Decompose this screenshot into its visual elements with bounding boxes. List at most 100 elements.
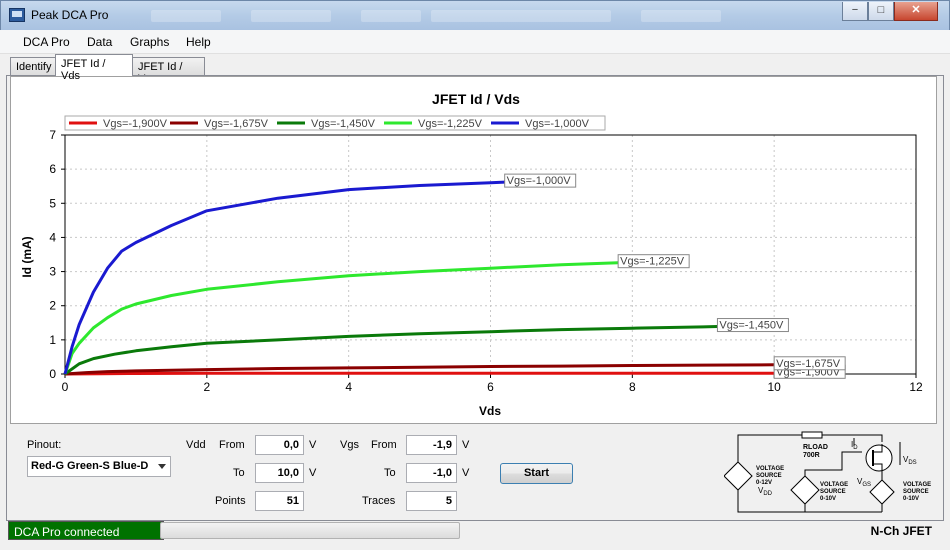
points-label: Points	[215, 495, 246, 507]
window-title: Peak DCA Pro	[31, 8, 109, 22]
chart: JFET Id / Vds Vgs=-1,900V Vgs=-1,675V Vgs=…	[20, 91, 923, 418]
vds-label: VDS	[903, 455, 917, 466]
connection-status: DCA Pro connected	[8, 521, 164, 540]
vdd-subscript: DD	[763, 491, 772, 497]
chevron-down-icon	[158, 464, 166, 469]
vds-subscript: DS	[908, 460, 916, 466]
vdd-label: Vdd	[186, 439, 206, 451]
x-tick-label: 4	[345, 380, 352, 394]
chart-axes: 0 2 4 6 8 10 1201234567	[49, 128, 923, 394]
rload-value: 700R	[803, 452, 820, 459]
vdd-to-field[interactable]: 10,0	[255, 463, 304, 483]
app-icon	[9, 8, 25, 22]
device-type: N-Ch JFET	[870, 524, 932, 538]
source2-line1: VOLTAGE	[820, 482, 848, 488]
y-axis-label: Id (mA)	[20, 236, 34, 277]
menu-help[interactable]: Help	[186, 35, 211, 49]
x-tick-label: 0	[62, 380, 69, 394]
vdd-from-field[interactable]: 0,0	[255, 435, 304, 455]
vgs-from-unit: V	[462, 439, 470, 451]
series-end-label: Vgs=-1,675V	[776, 358, 841, 370]
menu-dca-pro[interactable]: DCA Pro	[23, 35, 70, 49]
tab-strip: Identify JFET Id / Vds JFET Id / Vgs	[0, 54, 950, 85]
chart-series	[63, 180, 775, 376]
source1-line3: 0-12V	[756, 480, 772, 486]
series-end-label: Vgs=-1,000V	[507, 175, 572, 187]
menu-bar: DCA Pro Data Graphs Help	[0, 30, 950, 54]
pinout-value: Red-G Green-S Blue-D	[31, 460, 149, 472]
source3-line2: SOURCE	[903, 489, 929, 495]
vdd-to-unit: V	[309, 467, 317, 479]
id-subscript: D	[853, 445, 858, 451]
source3-line1: VOLTAGE	[903, 482, 931, 488]
pinout-select[interactable]: Red-G Green-S Blue-D	[27, 456, 171, 477]
legend-entry: Vgs=-1,900V	[103, 118, 168, 130]
menu-graphs[interactable]: Graphs	[130, 35, 169, 49]
legend-entry: Vgs=-1,000V	[525, 118, 590, 130]
rload-label: RLOAD	[803, 444, 828, 451]
menu-data[interactable]: Data	[87, 35, 112, 49]
ghost-toolbar	[431, 10, 611, 22]
ghost-toolbar	[361, 10, 421, 22]
legend-entry: Vgs=-1,675V	[204, 118, 269, 130]
legend-entry: Vgs=-1,450V	[311, 118, 376, 130]
vdd-from-label: From	[219, 439, 245, 451]
ghost-toolbar	[151, 10, 221, 22]
ghost-toolbar	[251, 10, 331, 22]
close-button[interactable]: ✕	[894, 2, 938, 21]
points-field[interactable]: 51	[255, 491, 304, 511]
id-label: ID	[851, 440, 858, 451]
vgs-schematic-label: VGS	[857, 477, 871, 488]
maximize-button[interactable]: □	[868, 2, 894, 21]
x-axis-label: Vds	[479, 404, 501, 418]
chart-grid	[65, 135, 916, 374]
vdd-schematic-label: VDD	[758, 486, 773, 497]
series-end-label: Vgs=-1,450V	[719, 320, 784, 332]
title-bar: Peak DCA Pro − □ ✕	[0, 0, 950, 30]
vdd-from-unit: V	[309, 439, 317, 451]
y-tick-label: 6	[49, 162, 56, 176]
x-tick-label: 2	[203, 380, 210, 394]
y-tick-label: 5	[49, 196, 56, 210]
vgs-from-field[interactable]: -1,9	[406, 435, 457, 455]
source2-line2: SOURCE	[820, 489, 846, 495]
traces-label: Traces	[362, 495, 396, 507]
source1-line2: SOURCE	[756, 473, 782, 479]
series-line	[63, 180, 505, 375]
vgs-subscript: GS	[862, 482, 871, 488]
x-tick-label: 12	[909, 380, 923, 394]
tab-jfet-id-vds[interactable]: JFET Id / Vds	[55, 54, 133, 82]
traces-field[interactable]: 5	[406, 491, 457, 511]
chart-title: JFET Id / Vds	[432, 91, 520, 107]
y-tick-label: 7	[49, 128, 56, 142]
chart-panel: JFET Id / Vds Vgs=-1,900V Vgs=-1,675V Vgs=…	[10, 76, 937, 424]
y-tick-label: 3	[49, 265, 56, 279]
vgs-from-label: From	[371, 439, 397, 451]
y-tick-label: 4	[49, 230, 56, 244]
vgs-to-field[interactable]: -1,0	[406, 463, 457, 483]
y-tick-label: 1	[49, 333, 56, 347]
tab-jfet-id-vgs[interactable]: JFET Id / Vgs	[132, 57, 205, 85]
tab-identify[interactable]: Identify	[10, 57, 56, 76]
ghost-toolbar	[641, 10, 721, 22]
vgs-to-label: To	[384, 467, 396, 479]
source2-line3: 0-10V	[820, 496, 836, 502]
vdd-to-label: To	[233, 467, 245, 479]
circuit-schematic: RLOAD 700R ID VDS VGS VDD VOLTAGE SOURCE…	[724, 431, 931, 513]
status-bar: DCA Pro connected N-Ch JFET	[6, 520, 944, 542]
x-tick-label: 8	[629, 380, 636, 394]
x-tick-label: 10	[767, 380, 781, 394]
chart-series-labels: Vgs=-1,900VVgs=-1,675VVgs=-1,450VVgs=-1,…	[504, 173, 846, 379]
chart-legend: Vgs=-1,900V Vgs=-1,675V Vgs=-1,450V Vgs=-1,…	[64, 115, 606, 131]
minimize-button[interactable]: −	[842, 2, 868, 21]
legend-entry: Vgs=-1,225V	[418, 118, 483, 130]
series-line	[63, 261, 619, 375]
x-tick-label: 6	[487, 380, 494, 394]
series-line	[64, 371, 775, 376]
y-tick-label: 2	[49, 299, 56, 313]
source3-line3: 0-10V	[903, 496, 919, 502]
start-button[interactable]: Start	[500, 463, 573, 484]
series-end-label: Vgs=-1,225V	[620, 256, 685, 268]
pinout-label: Pinout:	[27, 439, 62, 451]
y-tick-label: 0	[49, 367, 56, 381]
